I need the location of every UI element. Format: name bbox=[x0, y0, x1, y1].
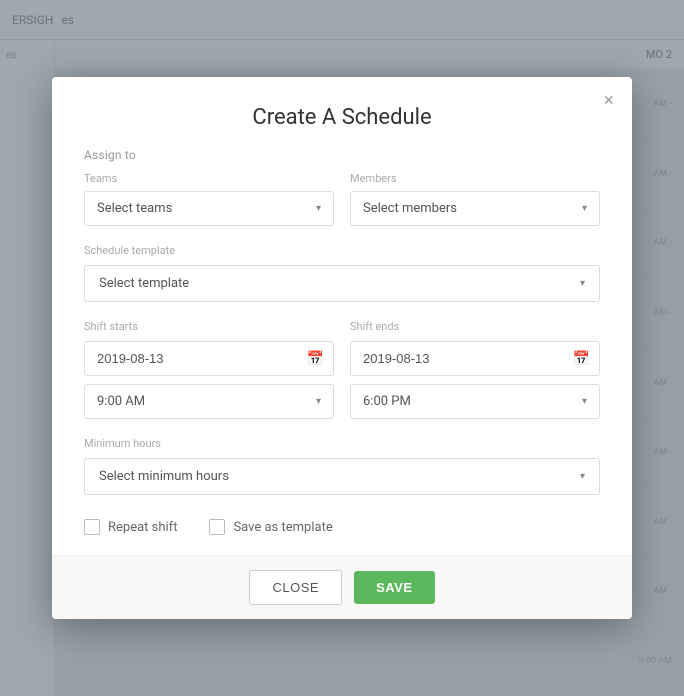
shift-starts-time-select[interactable]: 9:00 AM ▾ bbox=[84, 384, 334, 419]
shift-starts-time-value: 9:00 AM bbox=[97, 394, 145, 409]
shift-ends-label: Shift ends bbox=[350, 320, 600, 333]
members-label: Members bbox=[350, 172, 600, 185]
repeat-shift-checkbox-label[interactable]: Repeat shift bbox=[84, 519, 177, 535]
modal-overlay: × Create A Schedule Assign to Teams Sele… bbox=[0, 0, 684, 696]
shift-starts-column: Shift starts 📅 9:00 AM ▾ bbox=[84, 320, 334, 419]
teams-members-row: Teams Select teams ▾ Members bbox=[84, 172, 600, 226]
save-as-template-label: Save as template bbox=[233, 520, 332, 535]
close-button[interactable]: CLOSE bbox=[249, 570, 342, 605]
assign-to-section: Assign to Teams Select teams ▾ bbox=[84, 148, 600, 226]
shift-times-row: Shift starts 📅 9:00 AM ▾ Shift ends bbox=[84, 320, 600, 419]
schedule-template-section: Schedule template Select template ▾ bbox=[84, 244, 600, 302]
minimum-hours-value: Select minimum hours bbox=[99, 469, 229, 484]
minimum-hours-section: Minimum hours Select minimum hours ▾ bbox=[84, 437, 600, 495]
teams-dropdown-icon: ▾ bbox=[316, 203, 321, 214]
checkboxes-row: Repeat shift Save as template bbox=[84, 515, 600, 535]
members-dropdown-icon: ▾ bbox=[582, 203, 587, 214]
shift-starts-date-input[interactable] bbox=[84, 341, 334, 376]
shift-ends-time-value: 6:00 PM bbox=[363, 394, 411, 409]
schedule-template-value: Select template bbox=[99, 276, 189, 291]
modal-footer: CLOSE SAVE bbox=[52, 555, 632, 619]
repeat-shift-checkbox[interactable] bbox=[84, 519, 100, 535]
save-as-template-checkbox[interactable] bbox=[209, 519, 225, 535]
modal-header: Create A Schedule bbox=[52, 77, 632, 148]
shift-ends-time-chevron: ▾ bbox=[582, 396, 587, 407]
members-select-value: Select members bbox=[363, 201, 457, 216]
teams-select[interactable]: Select teams ▾ bbox=[84, 191, 334, 226]
shift-ends-calendar-icon: 📅 bbox=[573, 351, 590, 367]
minimum-hours-label: Minimum hours bbox=[84, 437, 600, 450]
save-as-template-checkbox-label[interactable]: Save as template bbox=[209, 519, 332, 535]
schedule-template-select[interactable]: Select template ▾ bbox=[84, 265, 600, 302]
minimum-hours-select[interactable]: Select minimum hours ▾ bbox=[84, 458, 600, 495]
modal-body: Assign to Teams Select teams ▾ bbox=[52, 148, 632, 555]
shift-ends-date-input[interactable] bbox=[350, 341, 600, 376]
members-select[interactable]: Select members ▾ bbox=[350, 191, 600, 226]
modal-title: Create A Schedule bbox=[84, 105, 600, 130]
assign-to-label: Assign to bbox=[84, 148, 600, 162]
modal-close-x-button[interactable]: × bbox=[599, 87, 618, 113]
repeat-shift-label: Repeat shift bbox=[108, 520, 177, 535]
teams-label: Teams bbox=[84, 172, 334, 185]
shift-starts-calendar-icon: 📅 bbox=[307, 351, 324, 367]
minimum-hours-dropdown-icon: ▾ bbox=[580, 471, 585, 482]
modal-dialog: × Create A Schedule Assign to Teams Sele… bbox=[52, 77, 632, 619]
shift-ends-time-select[interactable]: 6:00 PM ▾ bbox=[350, 384, 600, 419]
teams-column: Teams Select teams ▾ bbox=[84, 172, 334, 226]
shift-starts-label: Shift starts bbox=[84, 320, 334, 333]
teams-select-value: Select teams bbox=[97, 201, 172, 216]
shift-ends-date-wrap: 📅 bbox=[350, 341, 600, 376]
shift-ends-column: Shift ends 📅 6:00 PM ▾ bbox=[350, 320, 600, 419]
members-column: Members Select members ▾ bbox=[350, 172, 600, 226]
schedule-template-label: Schedule template bbox=[84, 244, 600, 257]
shift-starts-time-chevron: ▾ bbox=[316, 396, 321, 407]
teams-select-inner: Select teams ▾ bbox=[97, 201, 321, 216]
schedule-template-dropdown-icon: ▾ bbox=[580, 278, 585, 289]
shift-starts-date-wrap: 📅 bbox=[84, 341, 334, 376]
save-button[interactable]: SAVE bbox=[354, 571, 434, 604]
members-select-inner: Select members ▾ bbox=[363, 201, 587, 216]
